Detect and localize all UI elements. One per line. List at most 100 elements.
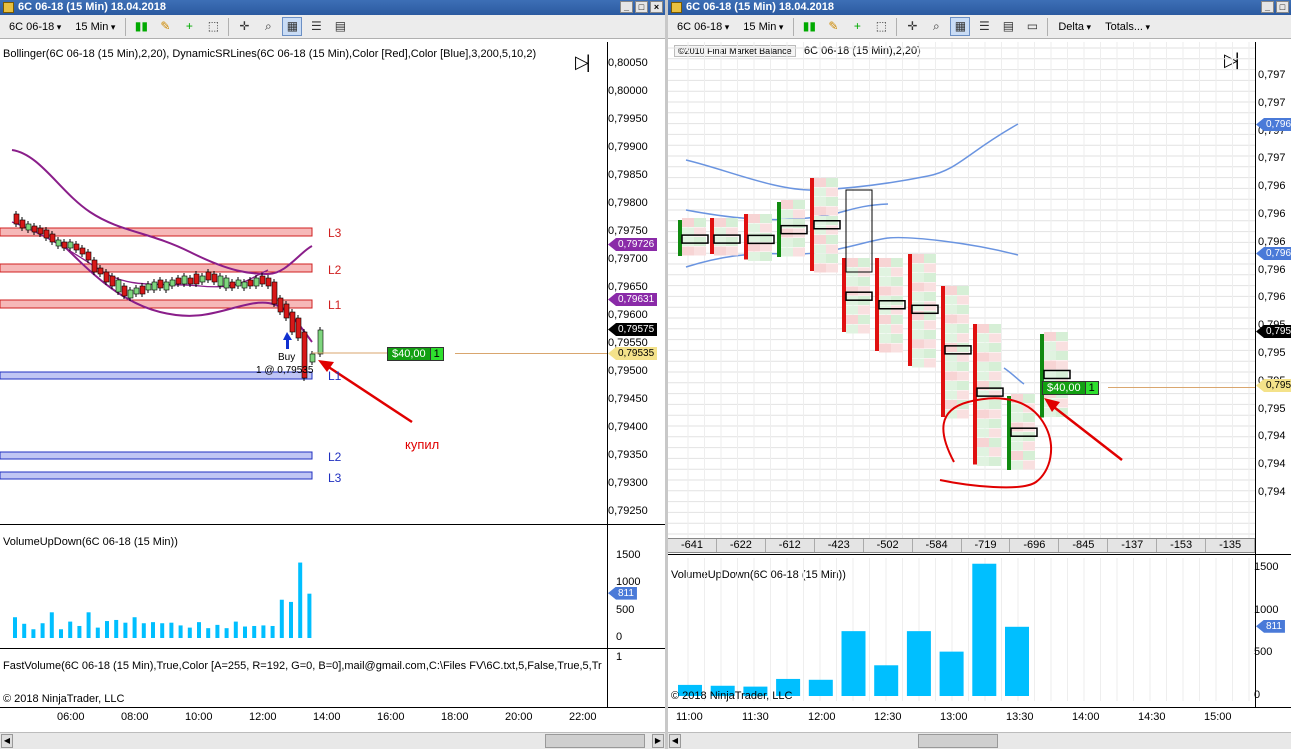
footprint-ask-cell xyxy=(826,235,838,244)
footprint-ask-cell xyxy=(891,258,903,267)
data-box-icon[interactable]: ▤ xyxy=(998,17,1018,36)
price-tick-label: 0,797 xyxy=(1258,152,1286,165)
price-tick-label: 0,79300 xyxy=(608,477,648,489)
time-tick-label: 18:00 xyxy=(441,711,469,723)
footprint-bid-cell xyxy=(879,343,891,353)
save-icon[interactable]: ▭ xyxy=(1022,17,1042,36)
price-tick-label: 0,79250 xyxy=(608,505,648,517)
strategy-icon[interactable]: ⬚ xyxy=(203,17,223,36)
minimize-button[interactable]: _ xyxy=(1261,1,1274,13)
left-time-axis[interactable]: 06:00 08:00 10:00 12:00 14:00 16:00 18:00 20:00… xyxy=(0,708,607,730)
footprint-bid-cell xyxy=(714,246,726,256)
chart-trader-icon[interactable]: ▦ xyxy=(950,17,971,36)
strategy-icon[interactable]: ⬚ xyxy=(871,17,891,36)
bearish-candle xyxy=(109,275,116,287)
properties-icon[interactable]: ☰ xyxy=(974,17,994,36)
maximize-button[interactable]: □ xyxy=(635,1,648,13)
footprint-bid-cell xyxy=(1044,408,1056,417)
bearish-candle xyxy=(289,311,296,333)
footprint-ask-cell xyxy=(1023,451,1035,460)
instrument-dropdown[interactable]: 6C 06-18 xyxy=(672,18,734,36)
right-scrollbar[interactable]: ◀ xyxy=(668,732,1291,749)
right-footprint-chart[interactable] xyxy=(668,42,1255,538)
footprint-bid-cell xyxy=(1044,332,1056,341)
scroll-left-icon[interactable]: ◀ xyxy=(1,734,13,748)
footprint-ask-cell xyxy=(957,343,969,352)
close-button[interactable]: × xyxy=(650,1,663,13)
time-tick-label: 14:00 xyxy=(313,711,341,723)
delta-cell: -622 xyxy=(717,539,766,552)
bullish-candle xyxy=(241,281,248,289)
pencil-icon[interactable]: ✎ xyxy=(823,17,843,36)
left-title-bar[interactable]: 6C 06-18 (15 Min) 18.04.2018 _ □ × xyxy=(0,0,665,15)
scrollbar-thumb[interactable] xyxy=(918,734,998,748)
right-time-axis[interactable]: 11:00 11:30 12:00 12:30 13:00 13:30 14:00 14:30… xyxy=(668,708,1255,730)
interval-dropdown[interactable]: 15 Min xyxy=(70,18,120,36)
footprint-ask-cell xyxy=(989,409,1001,419)
right-price-axis[interactable]: 0,7970,7970,7970,7970,7960,7960,7960,796… xyxy=(1255,42,1291,554)
left-price-axis[interactable]: 0,80050 0,80000 0,79950 0,79900 0,79850 0,798… xyxy=(607,42,665,524)
instrument-dropdown[interactable]: 6C 06-18 xyxy=(4,18,66,36)
left-chart-window: 6C 06-18 (15 Min) 18.04.2018 _ □ × 6C 06… xyxy=(0,0,665,749)
data-box-icon[interactable]: ▤ xyxy=(330,17,350,36)
crosshair-icon[interactable]: ✛ xyxy=(902,17,922,36)
chart-trader-icon[interactable]: ▦ xyxy=(282,17,303,36)
delta-dropdown[interactable]: Delta xyxy=(1053,18,1096,36)
volume-bar xyxy=(160,623,165,638)
footprint-ask-cell xyxy=(924,349,936,358)
resistance-label-l1: L1 xyxy=(328,298,342,312)
minimize-button[interactable]: _ xyxy=(620,1,633,13)
right-window-title: 6C 06-18 (15 Min) 18.04.2018 xyxy=(686,1,834,13)
scroll-left-icon[interactable]: ◀ xyxy=(669,734,681,748)
properties-icon[interactable]: ☰ xyxy=(306,17,326,36)
add-indicator-icon[interactable]: + xyxy=(179,17,199,36)
footprint-bid-cell xyxy=(945,305,957,314)
footprint-ask-cell xyxy=(726,237,738,246)
time-tick-label: 22:00 xyxy=(569,711,597,723)
footprint-bid-cell xyxy=(814,235,826,244)
right-title-bar[interactable]: 6C 06-18 (15 Min) 18.04.2018 _ □ xyxy=(668,0,1291,15)
footprint-bid-cell xyxy=(846,305,858,315)
volume-bar xyxy=(233,621,238,638)
delta-cell: -696 xyxy=(1010,539,1060,552)
bearish-candle xyxy=(13,213,20,225)
interval-dropdown[interactable]: 15 Min xyxy=(738,18,788,36)
maximize-button[interactable]: □ xyxy=(1276,1,1289,13)
left-volume-chart[interactable] xyxy=(0,530,607,645)
footprint-bid-cell xyxy=(781,200,793,209)
left-scrollbar[interactable]: ◀ ▶ xyxy=(0,732,665,749)
left-window-title: 6C 06-18 (15 Min) 18.04.2018 xyxy=(18,1,166,13)
pencil-icon[interactable]: ✎ xyxy=(155,17,175,36)
zoom-icon[interactable]: ⌕ xyxy=(926,17,946,36)
bullish-candle xyxy=(317,329,324,355)
footprint-bid-cell xyxy=(912,292,924,301)
zoom-icon[interactable]: ⌕ xyxy=(258,17,278,36)
price-tick-label: 0,79750 xyxy=(608,225,648,237)
crosshair-icon[interactable]: ✛ xyxy=(234,17,254,36)
volume-tick-label: 500 xyxy=(1254,646,1273,659)
totals-dropdown[interactable]: Totals... xyxy=(1100,18,1155,36)
scroll-right-icon[interactable]: ▶ xyxy=(652,734,664,748)
bar-type-icon[interactable]: ▮▮ xyxy=(131,17,151,36)
left-price-chart[interactable] xyxy=(0,42,607,524)
footprint-bid-cell xyxy=(1011,413,1023,422)
scrollbar-thumb[interactable] xyxy=(545,734,645,748)
footprint-ask-cell xyxy=(793,219,805,228)
band-lower-segment xyxy=(1003,367,1025,385)
support-zone xyxy=(0,451,313,460)
bearish-candle xyxy=(187,277,194,285)
footprint-ask-cell xyxy=(1023,460,1035,470)
footprint-bid-cell xyxy=(945,314,957,324)
volume-bar xyxy=(972,563,997,696)
add-indicator-icon[interactable]: + xyxy=(847,17,867,36)
order-box[interactable]: $40,00 1 xyxy=(1042,381,1099,395)
footprint-ask-cell xyxy=(989,428,1001,438)
order-box[interactable]: $40,00 1 xyxy=(387,347,444,361)
volume-bar xyxy=(289,601,293,638)
support-label-l1: L1 xyxy=(328,369,342,383)
footprint-bid-cell xyxy=(912,320,924,330)
delta-cell: -719 xyxy=(962,539,1011,552)
bar-type-icon[interactable]: ▮▮ xyxy=(799,17,819,36)
right-volume-chart[interactable] xyxy=(668,558,1255,701)
volume-bar xyxy=(1005,626,1029,696)
